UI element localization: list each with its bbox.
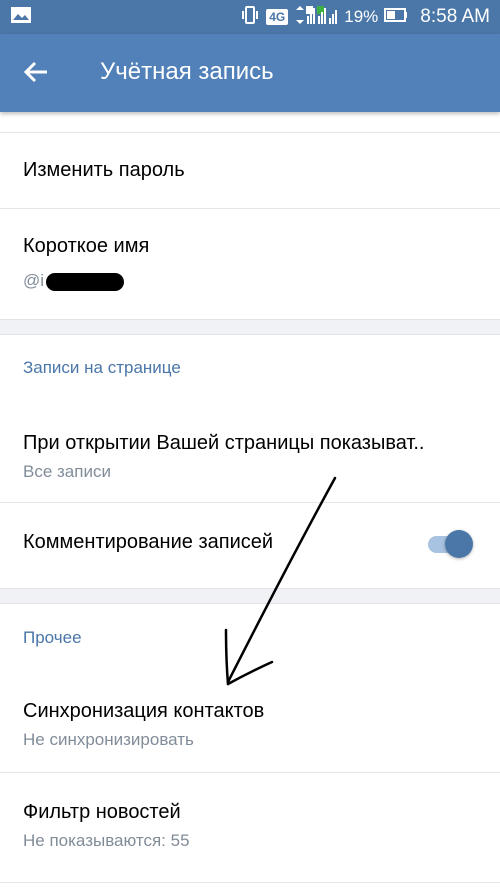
news-filter-item[interactable]: Фильтр новостей Не показываются: 55 [0,773,500,873]
section-separator [0,588,500,604]
news-filter-label: Фильтр новостей [23,801,181,823]
show-on-open-label: При открытии Вашей страницы показыват.. [23,432,425,454]
settings-list: Изменить пароль Короткое имя @i Записи н… [0,112,500,889]
comments-label: Комментирование записей [23,531,274,553]
status-time: 8:58 AM [420,6,490,27]
sync-contacts-value: Не синхронизировать [23,730,194,749]
signal-icon [294,4,338,31]
comments-item[interactable]: Комментирование записей [0,503,500,587]
show-on-open-value: Все записи [23,462,111,481]
sync-contacts-item[interactable]: Синхронизация контактов Не синхронизиров… [0,678,500,772]
news-filter-value: Не показываются: 55 [23,831,190,850]
show-on-open-item[interactable]: При открытии Вашей страницы показыват.. … [0,408,500,502]
image-icon [10,6,32,29]
status-bar: 4G 19% 8:58 AM [0,0,500,34]
short-name-item[interactable]: Короткое имя @i [0,209,500,319]
short-name-label: Короткое имя [23,235,150,257]
comments-toggle[interactable] [428,527,476,561]
divider [0,882,500,883]
sync-contacts-label: Синхронизация контактов [23,700,265,722]
section-separator [0,319,500,335]
back-button[interactable] [16,54,56,94]
page-title: Учётная запись [100,58,274,85]
toggle-thumb [445,530,473,558]
change-password-item[interactable]: Изменить пароль [0,133,500,208]
change-password-label: Изменить пароль [23,159,185,181]
app-bar: Учётная запись [0,34,500,112]
arrow-left-icon [23,61,49,88]
section-header-other: Прочее [23,628,82,647]
battery-percent: 19% [344,7,379,26]
redacted-mark [46,272,125,291]
network-type-badge: 4G [266,9,289,25]
vibrate-icon [240,5,260,30]
section-header-wall: Записи на странице [23,358,181,377]
battery-icon [384,7,408,27]
short-name-value: @i [23,271,125,291]
